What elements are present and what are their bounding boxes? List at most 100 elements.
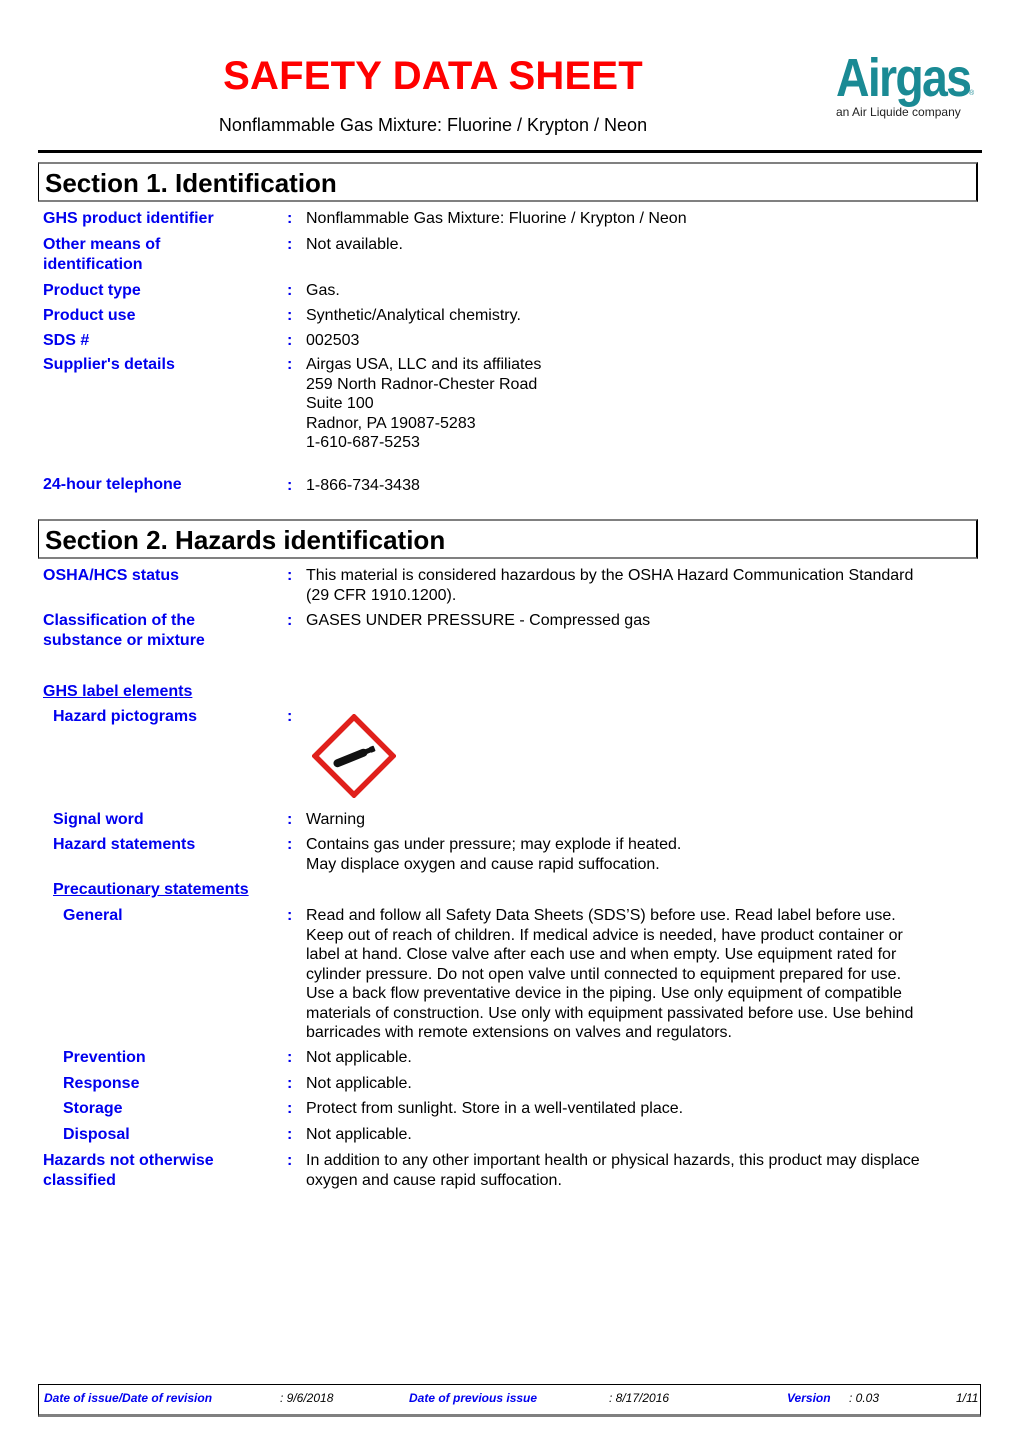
- field-value: 1-866-734-3438: [306, 476, 976, 496]
- value-line: 002503: [306, 332, 360, 349]
- ghs-label-elements: GHS label elements: [43, 683, 193, 700]
- colon-separator: :: [287, 332, 293, 349]
- colon-separator: :: [287, 356, 293, 373]
- field-value: Not available.: [306, 235, 976, 255]
- field-label: Hazard statements: [53, 836, 196, 853]
- value-line: Not available.: [306, 236, 403, 253]
- supplier-suite: Suite 100: [306, 395, 374, 412]
- field-value: 002503: [306, 331, 976, 351]
- field-value: In addition to any other important healt…: [306, 1151, 976, 1190]
- colon-separator: :: [287, 307, 293, 324]
- colon-separator: :: [287, 907, 293, 924]
- value-line: label at hand. Close valve after each us…: [306, 946, 897, 963]
- value-line: materials of construction. Use only with…: [306, 1004, 914, 1022]
- field-label: Classification of the substance or mixtu…: [43, 611, 273, 651]
- page-footer: Date of issue/Date of revision : 9/6/201…: [38, 1384, 981, 1417]
- registered-mark: ®: [969, 90, 975, 97]
- version-label: Version: [787, 1391, 831, 1405]
- section-2-title: Section 2. Hazards identification: [45, 525, 446, 555]
- value-line: (29 CFR 1910.1200).: [306, 586, 457, 604]
- field-value: Not applicable.: [306, 1048, 976, 1068]
- supplier-name: Airgas USA, LLC and its affiliates: [306, 356, 542, 373]
- supplier-city: Radnor, PA 19087-5283: [306, 414, 476, 432]
- field-value: Contains gas under pressure; may explode…: [306, 835, 976, 874]
- section-1-header: Section 1. Identification: [38, 162, 978, 202]
- field-value: Warning: [306, 810, 976, 830]
- field-value: Gas.: [306, 281, 976, 301]
- label-line: substance or mixture: [43, 632, 205, 649]
- field-label: 24-hour telephone: [43, 476, 182, 493]
- field-value: Read and follow all Safety Data Sheets (…: [306, 906, 976, 1043]
- supplier-phone: 1-610-687-5253: [306, 434, 420, 451]
- section-2-header: Section 2. Hazards identification: [38, 519, 978, 559]
- value-line: Synthetic/Analytical chemistry.: [306, 307, 521, 324]
- value-line: oxygen and cause rapid suffocation.: [306, 1171, 562, 1189]
- airgas-logo: Airgas ® an Air Liquide company: [832, 50, 980, 122]
- colon-separator: :: [287, 236, 293, 253]
- field-label: Other means of identification: [43, 236, 161, 273]
- field-value: Nonflammable Gas Mixture: Fluorine / Kry…: [306, 209, 976, 229]
- field-value: GASES UNDER PRESSURE - Compressed gas: [306, 611, 976, 631]
- field-label: Product use: [43, 307, 136, 324]
- colon-separator: :: [287, 1100, 293, 1117]
- value-line: This material is considered hazardous by…: [306, 567, 914, 584]
- header-divider: [38, 150, 982, 153]
- colon-separator: :: [287, 836, 293, 853]
- field-label: Product type: [43, 282, 141, 299]
- product-subtitle: Nonflammable Gas Mixture: Fluorine / Kry…: [218, 115, 648, 135]
- colon-separator: :: [287, 612, 293, 629]
- value-line: Not applicable.: [306, 1126, 412, 1143]
- label-line: Classification of the: [43, 612, 196, 629]
- colon-separator: :: [287, 210, 293, 227]
- field-label: Prevention: [63, 1049, 146, 1066]
- value-line: GASES UNDER PRESSURE - Compressed gas: [306, 612, 651, 629]
- section-1-title: Section 1. Identification: [45, 168, 337, 198]
- field-value: Synthetic/Analytical chemistry.: [306, 306, 976, 326]
- value-line: May displace oxygen and cause rapid suff…: [306, 855, 660, 873]
- colon-separator: :: [287, 282, 293, 299]
- field-label: Response: [63, 1075, 140, 1092]
- colon-separator: :: [287, 1049, 293, 1066]
- value-line: Not applicable.: [306, 1075, 412, 1092]
- label-line: classified: [43, 1172, 116, 1189]
- field-value: Not applicable.: [306, 1125, 976, 1145]
- value-line: Protect from sunlight. Store in a well-v…: [306, 1100, 684, 1117]
- field-value: Protect from sunlight. Store in a well-v…: [306, 1099, 976, 1119]
- colon-separator: :: [287, 477, 293, 494]
- document-title: SAFETY DATA SHEET: [223, 54, 643, 98]
- value-line: cylinder pressure. Do not open valve unt…: [306, 965, 902, 983]
- field-value: Not applicable.: [306, 1074, 976, 1094]
- colon-separator: :: [287, 708, 293, 725]
- colon-separator: :: [287, 811, 293, 828]
- field-label: Hazard pictograms: [53, 708, 198, 725]
- issue-date-label: Date of issue/Date of revision: [44, 1391, 213, 1405]
- logo-wordmark: Airgas: [836, 48, 972, 108]
- page-number: 1/11: [956, 1391, 979, 1405]
- colon-separator: :: [287, 1126, 293, 1143]
- field-label: Hazards not otherwise classified: [43, 1151, 273, 1191]
- previous-issue-label: Date of previous issue: [409, 1391, 538, 1405]
- value-line: Not applicable.: [306, 1049, 412, 1066]
- value-line: Keep out of reach of children. If medica…: [306, 926, 903, 944]
- field-value: This material is considered hazardous by…: [306, 566, 976, 605]
- value-line: In addition to any other important healt…: [306, 1152, 920, 1169]
- precautionary-statements: Precautionary statements: [53, 881, 249, 898]
- colon-separator: :: [287, 567, 293, 584]
- colon-separator: :: [287, 1152, 293, 1169]
- signal-word: Warning: [306, 811, 365, 828]
- value-line: Nonflammable Gas Mixture: Fluorine / Kry…: [306, 210, 687, 227]
- field-label: Supplier's details: [43, 356, 175, 373]
- field-label: Storage: [63, 1100, 123, 1117]
- field-value: Airgas USA, LLC and its affiliates 259 N…: [306, 355, 976, 453]
- value-line: Use a back flow preventative device in t…: [306, 985, 902, 1002]
- field-label: Disposal: [63, 1126, 130, 1143]
- label-line: Hazards not otherwise: [43, 1152, 214, 1169]
- colon-separator: :: [287, 1075, 293, 1092]
- version-value: : 0.03: [849, 1391, 880, 1405]
- value-line: Read and follow all Safety Data Sheets (…: [306, 907, 896, 924]
- value-line: 1-866-734-3438: [306, 477, 420, 494]
- field-label: SDS #: [43, 332, 90, 349]
- field-label: General: [63, 907, 123, 924]
- gas-cylinder-icon: [312, 714, 396, 798]
- value-line: barricades with remote extensions on val…: [306, 1024, 732, 1041]
